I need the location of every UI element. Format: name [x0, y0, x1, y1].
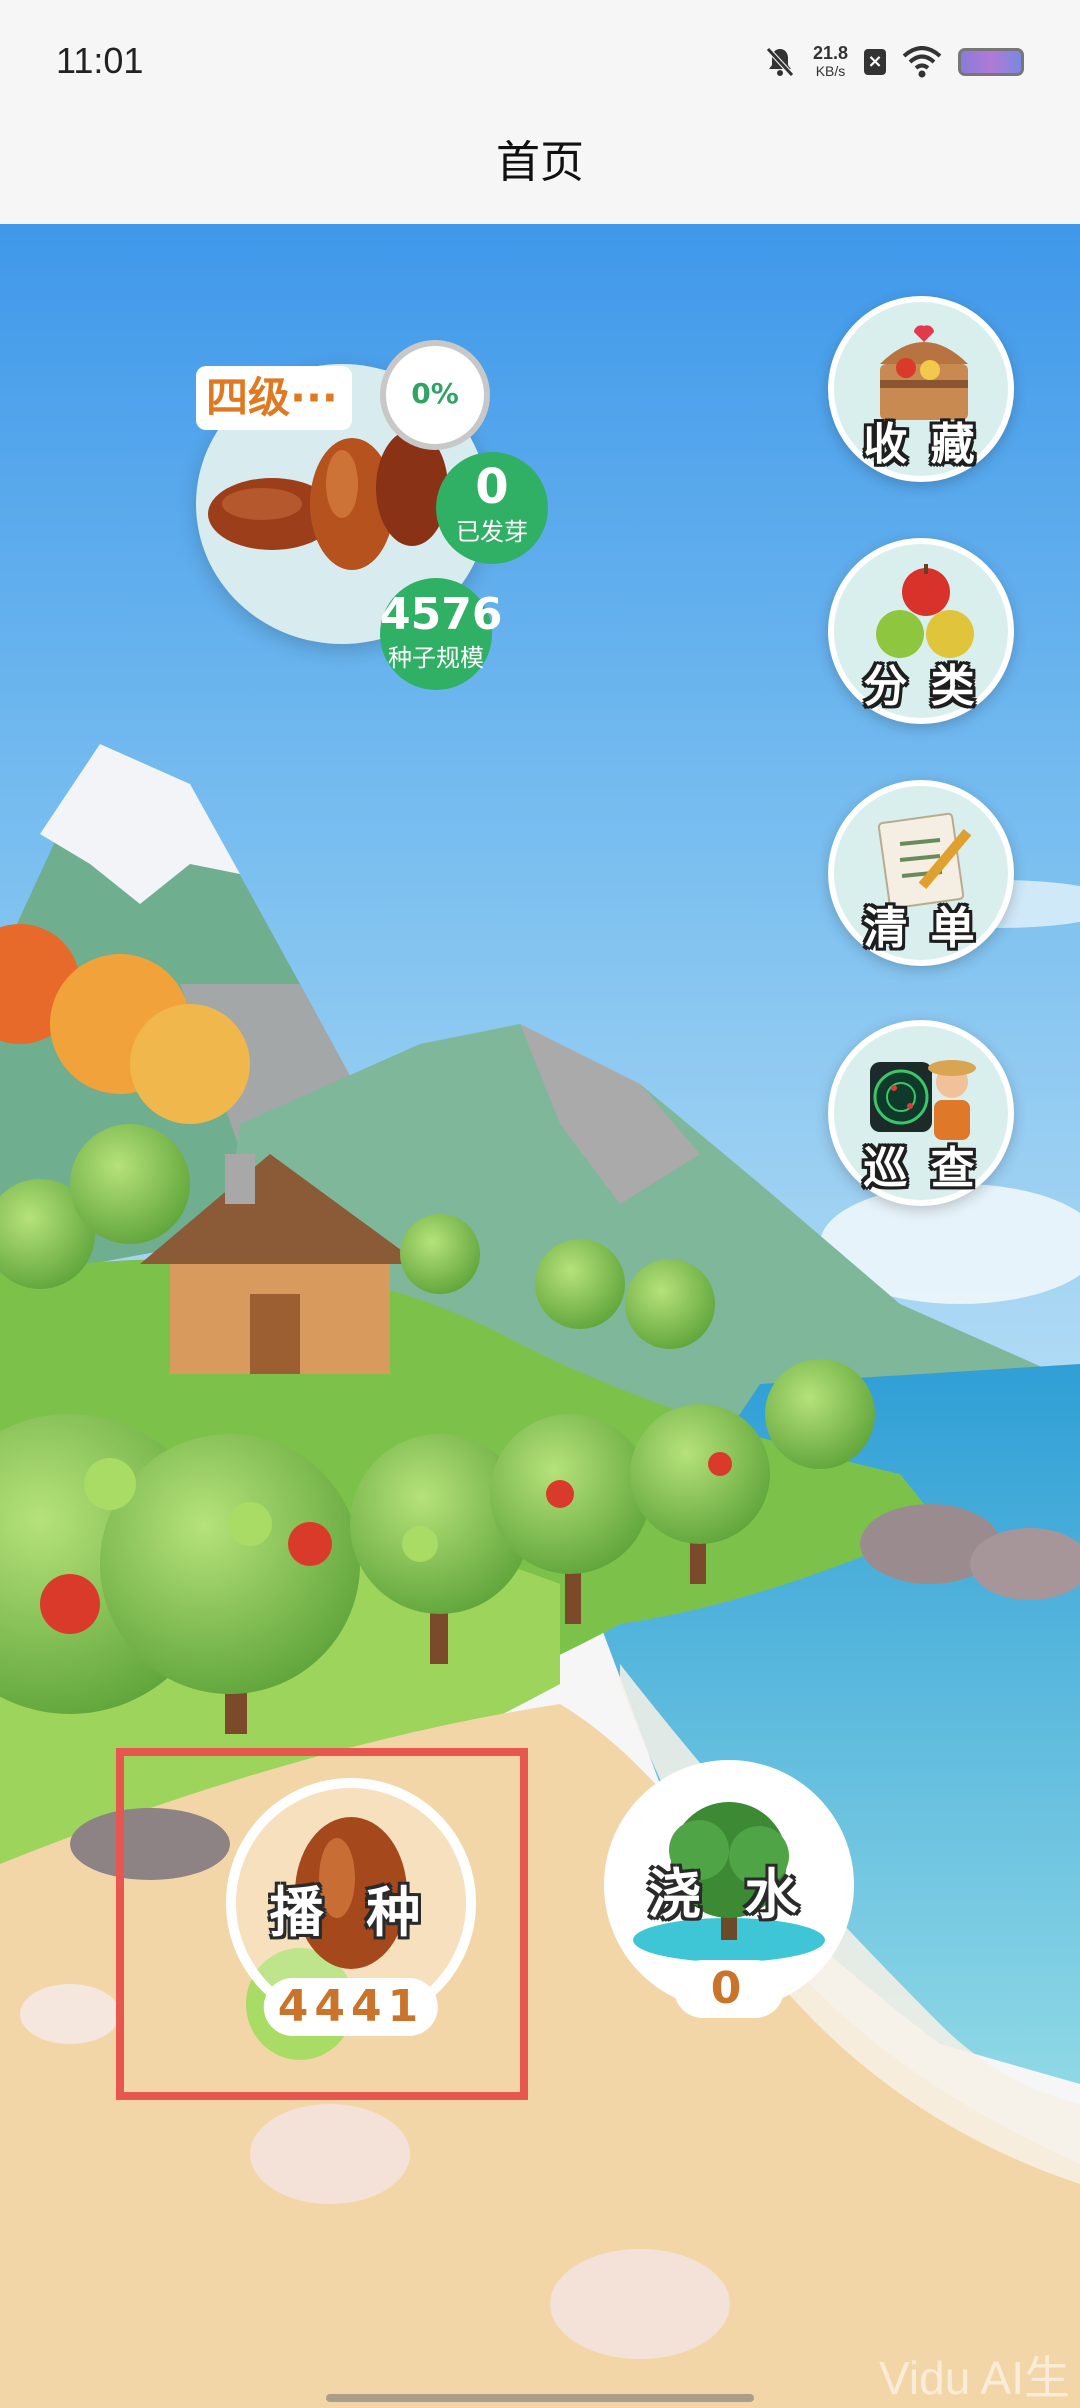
- net-speed-unit: KB/s: [815, 63, 846, 79]
- menu-collect-label: 收 藏: [863, 419, 979, 470]
- menu-category-button[interactable]: 分 类: [828, 538, 1014, 724]
- status-bar: 11:01 21.8 KB/s ×: [0, 0, 1080, 128]
- seed-scale-value: 4576: [380, 589, 503, 640]
- germination-progress: 0%: [380, 340, 490, 450]
- menu-collect-button[interactable]: 收 藏: [828, 296, 1014, 482]
- bell-off-icon: [766, 47, 794, 77]
- sprouted-badge: 0 已发芽: [436, 452, 548, 564]
- net-speed-value: 21.8: [812, 43, 848, 63]
- sow-count: 4441: [263, 1978, 439, 2036]
- status-time: 11:01: [56, 40, 144, 81]
- status-icons: 21.8 KB/s ×: [763, 40, 1024, 84]
- menu-list-button[interactable]: 清 单: [828, 780, 1014, 966]
- sprouted-value: 0: [475, 459, 509, 515]
- water-button[interactable]: 浇 水 0: [604, 1760, 854, 2018]
- seed-level-tag: 四级···: [196, 366, 352, 430]
- menu-inspect-label: 巡 查: [863, 1143, 979, 1194]
- sow-label: 播 种: [269, 1881, 433, 1944]
- wifi-icon: [902, 46, 942, 78]
- sprouted-label: 已发芽: [456, 518, 528, 546]
- net-speed: 21.8 KB/s: [813, 44, 848, 80]
- farm-scene: 四级··· 0% 0 已发芽 4576 种子规模 收 藏 分 类 清 单 巡 查…: [0, 224, 1080, 2408]
- menu-list-label: 清 单: [863, 903, 979, 954]
- sow-button[interactable]: 播 种 4441: [226, 1778, 476, 2036]
- water-count: 0: [674, 1960, 784, 2018]
- sim-x-icon: ×: [864, 49, 886, 75]
- water-label: 浇 水: [647, 1863, 811, 1926]
- home-indicator[interactable]: [326, 2394, 754, 2402]
- menu-inspect-button[interactable]: 巡 查: [828, 1020, 1014, 1206]
- watermark: Vidu AI生: [879, 2352, 1070, 2404]
- page-title: 首页: [496, 137, 584, 188]
- app-header: 首页: [0, 128, 1080, 224]
- battery-icon: [958, 48, 1024, 76]
- seed-scale-badge: 4576 种子规模: [380, 578, 503, 690]
- seed-scale-label: 种子规模: [388, 644, 484, 672]
- menu-category-label: 分 类: [863, 661, 979, 712]
